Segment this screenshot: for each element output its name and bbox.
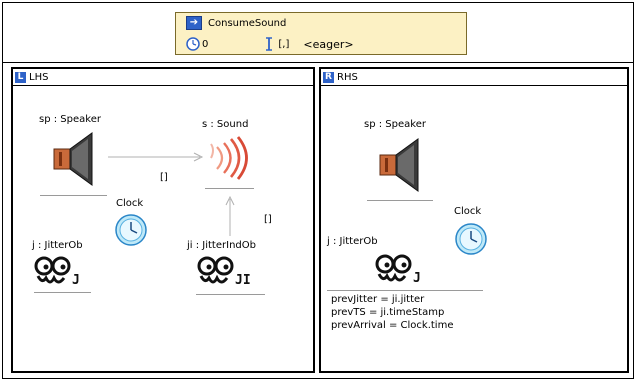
rhs-title: RHS [337,71,358,83]
rhs-speaker-underline [367,200,433,201]
lhs-speaker-label: sp : Speaker [39,114,101,125]
speaker-icon[interactable] [50,131,98,187]
clock-icon[interactable] [114,213,148,247]
lhs-jitterind-label: ji : JitterIndOb [187,240,256,251]
jitter-face-icon[interactable]: J [375,254,431,286]
speaker-icon[interactable] [376,137,424,193]
lhs-title: LHS [29,71,49,83]
lhs-edge-label-1: [] [160,172,168,183]
lhs-jitterind-underline [196,294,265,295]
lhs-edge-label-2: [] [264,214,272,225]
rhs-attribute: prevTS = ji.timeStamp [331,307,445,318]
rule-properties-row: 0 [,] <eager> [186,36,354,52]
header-separator [2,62,634,63]
lhs-sound-label: s : Sound [202,119,249,130]
jitter-face-icon[interactable]: J [34,256,90,288]
sound-waves-icon[interactable] [205,136,255,180]
rhs-jitter-underline [327,290,483,291]
rhs-attribute: prevArrival = Clock.time [331,320,454,331]
lhs-jitter-underline [34,292,91,293]
rhs-attribute: prevJitter = ji.jitter [331,294,425,305]
jitterind-to-sound-edge[interactable] [225,196,235,238]
rhs-titlebar: R RHS [321,69,627,86]
rule-name-row: ➔ ConsumeSound [186,15,286,31]
lhs-l-icon: L [15,71,26,83]
rhs-jitter-label: j : JitterOb [327,236,378,247]
rhs-speaker-label: sp : Speaker [364,119,426,130]
clock-icon[interactable] [454,222,488,256]
jitter-face-icon[interactable]: JI [197,256,271,288]
svg-text:JI: JI [235,273,251,288]
rule-header[interactable]: ➔ ConsumeSound 0 [,] <eager> [175,12,467,55]
lhs-clock-label: Clock [116,198,144,209]
lhs-titlebar: L LHS [13,69,313,86]
rule-interval: [,] [278,38,290,50]
rule-arrow-icon: ➔ [186,16,202,30]
clock-small-icon [186,37,200,51]
speaker-to-sound-edge[interactable] [106,152,206,162]
rule-mode: <eager> [303,37,354,51]
rhs-clock-label: Clock [454,206,482,217]
lhs-jitter-label: j : JitterOb [32,240,83,251]
lhs-speaker-underline [40,195,107,196]
svg-text:J: J [72,273,80,288]
rule-name: ConsumeSound [208,17,287,29]
rhs-r-icon: R [323,71,334,83]
i-beam-icon [266,37,273,51]
svg-text:J: J [413,271,421,286]
lhs-sound-underline [205,188,254,189]
rhs-attribute-list: prevJitter = ji.jitter prevTS = ji.timeS… [331,293,453,332]
rule-priority: 0 [202,38,209,50]
